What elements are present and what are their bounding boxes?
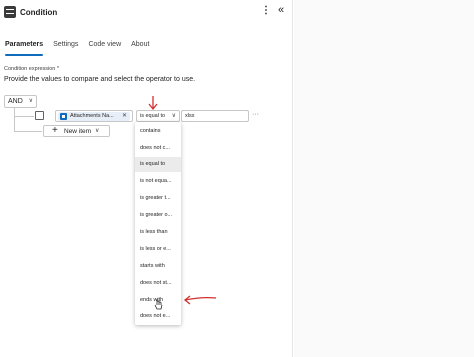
operator-option-is-greater-or-equal[interactable]: is greater o... — [135, 208, 181, 223]
tree-connector — [14, 131, 42, 132]
token-label: Attachments Na... — [70, 113, 114, 119]
operator-option-is-not-equal-to[interactable]: is not equa... — [135, 174, 181, 189]
operator-option-is-equal-to[interactable]: is equal to — [135, 157, 181, 172]
tab-about[interactable]: About — [131, 40, 149, 56]
operator-dropdown-list: contains does not c... is equal to is no… — [135, 122, 181, 325]
new-item-button[interactable]: + New item ∨ — [43, 125, 110, 137]
new-item-label: New item — [64, 128, 92, 135]
condition-action-icon — [4, 6, 16, 18]
group-operator-value: AND — [8, 98, 23, 105]
annotation-arrow-down-icon — [148, 96, 158, 111]
operator-option-does-not-start-with[interactable]: does not st... — [135, 276, 181, 291]
operator-option-does-not-end-with[interactable]: does not e... — [135, 309, 181, 324]
tab-settings[interactable]: Settings — [53, 40, 78, 56]
operator-select[interactable]: is equal to ∨ — [136, 110, 180, 122]
tree-connector — [14, 116, 34, 117]
operator-value: is equal to — [140, 113, 166, 119]
outlook-icon — [60, 113, 67, 120]
chevron-down-icon: ∨ — [95, 128, 100, 134]
condition-panel: Condition ⋮ « Parameters Settings Code v… — [0, 0, 293, 357]
condition-description: Provide the values to compare and select… — [4, 76, 196, 83]
tab-bar: Parameters Settings Code view About — [5, 40, 149, 56]
chevron-down-icon: ∨ — [28, 98, 33, 104]
row-checkbox[interactable] — [35, 111, 44, 120]
left-operand-field[interactable]: Attachments Na... ✕ — [55, 110, 133, 122]
operator-option-contains[interactable]: contains — [135, 124, 181, 139]
condition-expression-label: Condition expression * — [4, 66, 60, 72]
tab-code-view[interactable]: Code view — [88, 40, 121, 56]
operator-option-is-less-or-equal[interactable]: is less or e... — [135, 242, 181, 257]
operator-option-starts-with[interactable]: starts with — [135, 259, 181, 274]
row-more-icon[interactable]: ··· — [252, 110, 259, 120]
tree-connector — [14, 108, 15, 131]
right-operand-input[interactable]: xlsx — [181, 110, 249, 122]
operator-option-is-greater-than[interactable]: is greater t... — [135, 191, 181, 206]
designer-canvas[interactable] — [294, 0, 474, 357]
group-operator-select[interactable]: AND ∨ — [4, 95, 37, 108]
operator-option-does-not-contain[interactable]: does not c... — [135, 141, 181, 156]
remove-token-icon[interactable]: ✕ — [122, 112, 127, 121]
collapse-panel-icon[interactable]: « — [278, 3, 284, 17]
hand-cursor-icon — [154, 299, 163, 310]
dynamic-content-token[interactable]: Attachments Na... ✕ — [58, 112, 130, 121]
plus-icon: + — [52, 125, 58, 136]
tab-parameters[interactable]: Parameters — [5, 40, 44, 56]
annotation-arrow-left-icon — [183, 295, 217, 305]
panel-title: Condition — [20, 8, 58, 17]
operator-option-is-less-than[interactable]: is less than — [135, 225, 181, 240]
panel-header: Condition ⋮ « — [0, 0, 293, 28]
more-options-icon[interactable]: ⋮ — [261, 5, 271, 17]
chevron-down-icon: ∨ — [171, 113, 176, 119]
